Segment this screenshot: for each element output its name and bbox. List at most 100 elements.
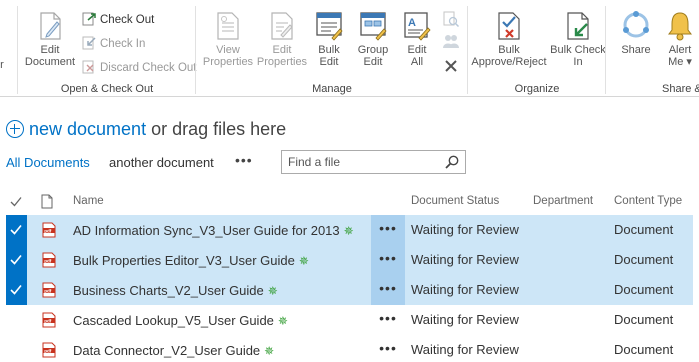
edit-all-button[interactable]: A Edit All [399, 10, 435, 68]
document-name[interactable]: Cascaded Lookup_V5_User Guide [73, 313, 274, 328]
check-in-button[interactable]: Check In [82, 36, 145, 50]
svg-text:A: A [408, 17, 416, 29]
row-checkbox[interactable] [6, 275, 27, 305]
checkmark-icon [10, 284, 22, 295]
discard-check-out-button[interactable]: Discard Check Out [82, 60, 197, 74]
new-document-bar: new document or drag files here [6, 119, 286, 140]
document-name[interactable]: Data Connector_V2_User Guide [73, 343, 260, 358]
new-item-icon: ✵ [298, 254, 309, 268]
bulk-edit-button[interactable]: Bulk Edit [312, 10, 346, 68]
document-name[interactable]: AD Information Sync_V3_User Guide for 20… [73, 223, 340, 238]
document-status: Waiting for Review [411, 252, 519, 267]
new-item-icon: ✵ [343, 224, 354, 238]
bulk-approve-reject-label: Bulk Approve/Reject [471, 44, 547, 68]
row-checkbox[interactable] [6, 215, 27, 245]
document-name-link[interactable]: Bulk Properties Editor_V3_User Guide ✵ [73, 253, 309, 268]
ribbon-group-share: Share Alert Me ▾ Share & [606, 0, 699, 97]
search-input[interactable] [282, 151, 432, 173]
group-edit-button[interactable]: Group Edit [351, 10, 395, 68]
edit-properties-icon [271, 12, 293, 40]
view-properties-label: View Properties [202, 44, 254, 68]
file-type-header-icon [41, 194, 53, 209]
svg-text:pdf: pdf [44, 258, 52, 263]
content-type: Document [614, 252, 674, 267]
document-name[interactable]: Bulk Properties Editor_V3_User Guide [73, 253, 295, 268]
edit-document-label: Edit Document [24, 44, 76, 68]
document-name-link[interactable]: Data Connector_V2_User Guide ✵ [73, 343, 274, 358]
drag-files-hint: or drag files here [146, 119, 287, 139]
select-all-checkmark-icon[interactable] [10, 196, 22, 207]
check-in-label: Check In [100, 38, 146, 50]
ribbon-group-label-share: Share & [662, 83, 699, 95]
bulk-approve-reject-button[interactable]: Bulk Approve/Reject [468, 10, 550, 68]
svg-text:pdf: pdf [44, 348, 52, 353]
table-row[interactable]: pdf Business Charts_V2_User Guide ✵ ••• Wait… [6, 275, 693, 305]
document-name-link[interactable]: Cascaded Lookup_V5_User Guide ✵ [73, 313, 288, 328]
bulk-approve-reject-icon [498, 12, 520, 40]
group-edit-label: Group Edit [357, 44, 389, 68]
table-row[interactable]: pdf Bulk Properties Editor_V3_User Guide ✵… [6, 245, 693, 275]
table-row[interactable]: pdf Cascaded Lookup_V5_User Guide ✵ ••• Wait… [0, 305, 699, 335]
table-row[interactable]: pdf AD Information Sync_V3_User Guide for… [6, 215, 693, 245]
view-properties-icon [217, 12, 239, 40]
edit-document-icon [40, 12, 61, 40]
row-checkbox[interactable] [0, 305, 21, 335]
document-search-icon[interactable] [442, 10, 460, 28]
new-item-icon: ✵ [264, 344, 275, 358]
document-name-link[interactable]: Business Charts_V2_User Guide ✵ [73, 283, 278, 298]
item-menu-button[interactable]: ••• [371, 215, 405, 245]
ribbon-group-manage: View Properties Edit Properties Bulk Edi… [196, 0, 468, 97]
check-out-label: Check Out [100, 14, 155, 26]
check-in-icon [82, 36, 96, 50]
ribbon-group-label-open-checkout: Open & Check Out [60, 83, 154, 95]
check-out-button[interactable]: Check Out [82, 12, 154, 26]
edit-properties-button[interactable]: Edit Properties [254, 10, 310, 68]
column-header-name[interactable]: Name [73, 195, 104, 207]
item-menu-button[interactable]: ••• [371, 335, 405, 362]
ribbon-group-label-organize: Organize [514, 83, 560, 95]
ribbon: v er Edit Document Check Out Check In [0, 0, 699, 97]
column-header-document-status[interactable]: Document Status [411, 195, 499, 207]
edit-all-icon: A [404, 12, 431, 41]
view-properties-button[interactable]: View Properties [200, 10, 256, 68]
people-icon[interactable] [442, 33, 460, 49]
alert-me-button[interactable]: Alert Me ▾ [662, 10, 698, 68]
alert-me-label: Alert Me ▾ [668, 44, 692, 68]
share-button[interactable]: Share [614, 10, 658, 56]
row-checkbox[interactable] [0, 335, 21, 362]
document-name[interactable]: Business Charts_V2_User Guide [73, 283, 264, 298]
search-icon[interactable] [445, 155, 459, 169]
item-menu-button[interactable]: ••• [371, 245, 405, 275]
svg-text:pdf: pdf [44, 228, 52, 233]
discard-check-out-label: Discard Check Out [100, 62, 197, 74]
document-name-link[interactable]: AD Information Sync_V3_User Guide for 20… [73, 223, 354, 238]
new-document-link[interactable]: new document [29, 119, 146, 139]
partial-button[interactable]: v er [0, 47, 14, 71]
bulk-check-in-button[interactable]: Bulk Check In [550, 10, 606, 68]
item-menu-button[interactable]: ••• [371, 275, 405, 305]
partial-label-1: v [0, 47, 14, 59]
bulk-edit-label: Bulk Edit [318, 44, 340, 68]
item-menu-button[interactable]: ••• [371, 305, 405, 335]
ribbon-group-organize: Bulk Approve/Reject Bulk Check In Organi… [468, 0, 606, 97]
column-header-department[interactable]: Department [533, 195, 593, 207]
ribbon-group-label-manage: Manage [312, 83, 352, 95]
new-item-icon: ✵ [277, 314, 288, 328]
delete-icon[interactable] [444, 59, 458, 73]
document-status: Waiting for Review [411, 222, 519, 237]
row-checkbox[interactable] [6, 245, 27, 275]
add-icon[interactable] [6, 120, 24, 138]
discard-check-out-icon [82, 60, 94, 74]
view-another-document[interactable]: another document [109, 155, 214, 170]
column-header-content-type[interactable]: Content Type [614, 195, 682, 207]
view-all-documents[interactable]: All Documents [6, 155, 90, 170]
pdf-file-icon: pdf [42, 342, 56, 358]
content-type: Document [614, 342, 674, 357]
table-row[interactable]: pdf Data Connector_V2_User Guide ✵ ••• Waiti… [0, 335, 699, 362]
bulk-edit-icon [316, 12, 343, 41]
views-more-button[interactable]: ••• [235, 152, 253, 168]
edit-document-button[interactable]: Edit Document [22, 10, 78, 68]
table-header: Name Document Status Department Content … [0, 190, 699, 214]
share-icon [623, 11, 649, 38]
pdf-file-icon: pdf [42, 312, 56, 328]
